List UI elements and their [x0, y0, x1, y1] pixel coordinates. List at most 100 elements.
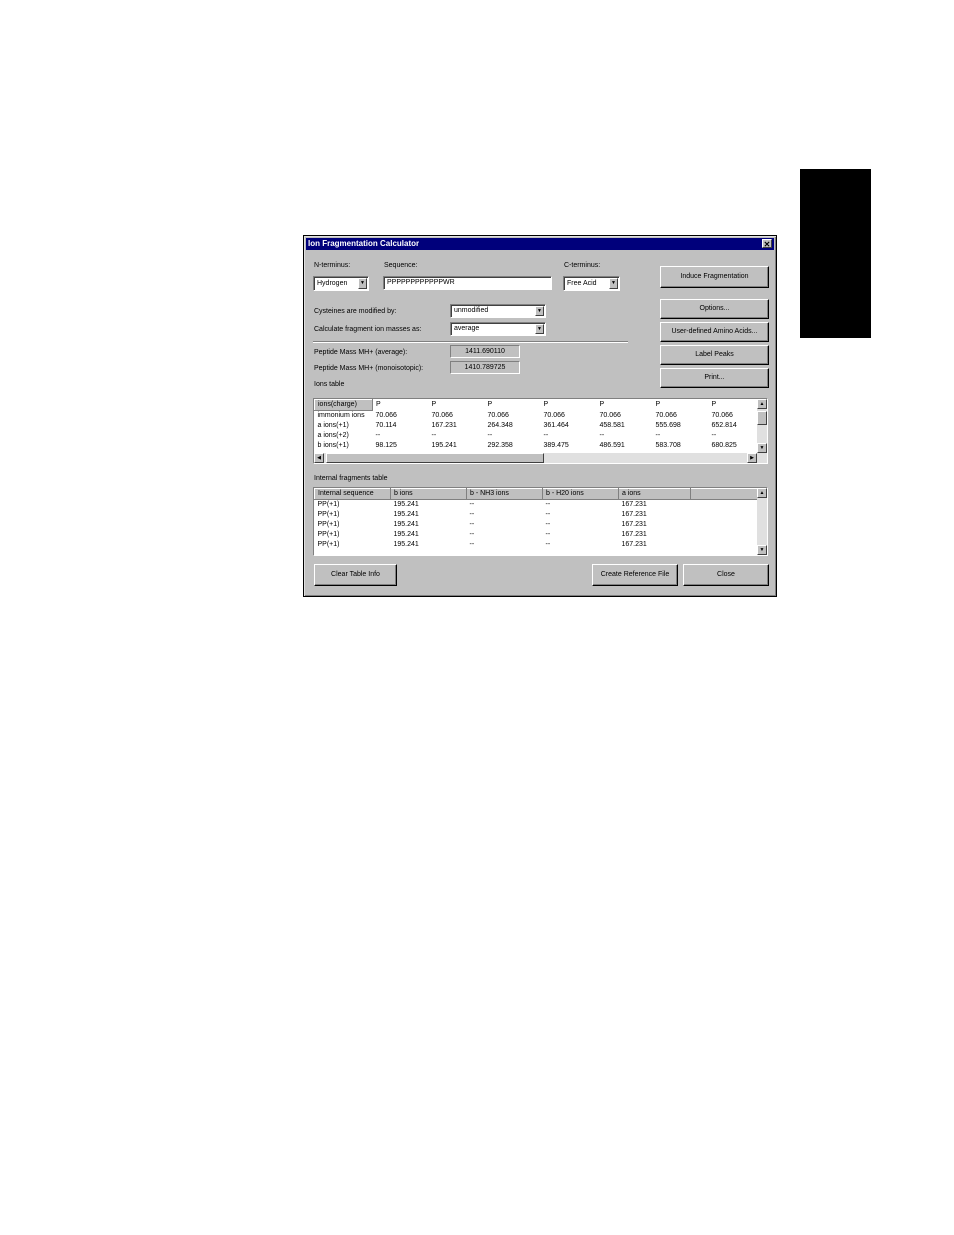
table-cell: 167.231 — [621, 531, 647, 538]
table-row[interactable]: PP(+1) 195.241 -- -- 167.231 — [315, 520, 758, 530]
table-cell: -- — [431, 432, 437, 439]
internal-vertical-scrollbar[interactable]: ▲ ▼ — [757, 488, 767, 555]
table-cell: 583.708 — [655, 442, 681, 449]
table-cell: PP(+1) — [317, 521, 340, 528]
table-cell: 98.125 — [375, 442, 397, 449]
column-header[interactable]: a ions — [618, 488, 691, 500]
chevron-down-icon[interactable]: ▼ — [535, 306, 544, 316]
table-cell — [691, 540, 758, 550]
scroll-down-icon[interactable]: ▼ — [757, 545, 767, 555]
table-cell: -- — [469, 521, 475, 528]
table-cell: 486.591 — [599, 442, 625, 449]
ion-fragmentation-dialog: Ion Fragmentation Calculator ✕ N-terminu… — [303, 235, 777, 597]
scroll-thumb[interactable] — [757, 411, 767, 425]
cysteines-select[interactable]: unmodified ▼ — [450, 304, 546, 318]
column-header[interactable]: b ions — [390, 488, 467, 500]
table-cell: 195.241 — [393, 521, 419, 528]
table-cell: -- — [545, 531, 551, 538]
ions-table[interactable]: ions(charge) P P P P P P P immonium ions… — [313, 398, 768, 464]
sequence-label: Sequence: — [384, 262, 418, 269]
ions-horizontal-scrollbar[interactable]: ◀ ▶ — [314, 453, 767, 463]
table-cell: a ions(+1) — [317, 422, 349, 429]
table-cell: 195.241 — [393, 511, 419, 518]
table-cell — [691, 510, 758, 520]
internal-fragments-table[interactable]: Internal sequence b ions b - NH3 ions b … — [313, 487, 768, 556]
table-row[interactable]: a ions(+1) 70.114 167.231 264.348 361.46… — [315, 421, 759, 431]
cysteines-label: Cysteines are modified by: — [314, 308, 397, 315]
scroll-up-icon[interactable]: ▲ — [757, 399, 767, 409]
table-cell: 70.066 — [655, 411, 677, 419]
fragment-masses-label: Calculate fragment ion masses as: — [314, 326, 422, 333]
scroll-left-icon[interactable]: ◀ — [314, 453, 324, 463]
column-header[interactable]: P — [541, 400, 597, 411]
table-cell: PP(+1) — [317, 541, 340, 548]
column-header[interactable]: ions(charge) — [314, 399, 373, 411]
table-cell: 195.241 — [393, 541, 419, 548]
column-header[interactable]: P — [485, 400, 541, 411]
column-header[interactable] — [690, 488, 758, 500]
table-row[interactable]: immonium ions 70.066 70.066 70.066 70.06… — [315, 411, 759, 422]
scroll-right-icon[interactable]: ▶ — [747, 453, 757, 463]
sequence-input[interactable]: PPPPPPPPPPPPWR — [383, 276, 552, 290]
c-terminus-value: Free Acid — [567, 280, 597, 287]
clear-table-info-button[interactable]: Clear Table Info — [314, 564, 397, 586]
column-header[interactable]: P — [429, 400, 485, 411]
scroll-down-icon[interactable]: ▼ — [757, 443, 767, 453]
table-row[interactable]: PP(+1) 195.241 -- -- 167.231 — [315, 510, 758, 520]
print-button[interactable]: Print... — [660, 368, 769, 388]
table-cell: -- — [469, 501, 475, 508]
table-cell: PP(+1) — [317, 531, 340, 538]
table-cell: 264.348 — [487, 422, 513, 429]
table-cell: -- — [599, 432, 605, 439]
title-bar: Ion Fragmentation Calculator ✕ — [306, 238, 774, 250]
mass-average-value: 1411.690110 — [450, 345, 520, 358]
internal-table-label: Internal fragments table — [314, 475, 388, 482]
table-cell: 195.241 — [431, 442, 457, 449]
table-cell — [691, 530, 758, 540]
column-header[interactable]: P — [597, 400, 653, 411]
chevron-down-icon[interactable]: ▼ — [358, 278, 367, 289]
table-cell: b ions(+1) — [317, 442, 349, 449]
label-peaks-button[interactable]: Label Peaks — [660, 345, 769, 365]
column-header[interactable]: P — [653, 400, 709, 411]
table-row[interactable]: PP(+1) 195.241 -- -- 167.231 — [315, 500, 758, 511]
sequence-value: PPPPPPPPPPPPWR — [387, 279, 455, 286]
table-row[interactable]: PP(+1) 195.241 -- -- 167.231 — [315, 530, 758, 540]
fragment-masses-select[interactable]: average ▼ — [450, 322, 546, 336]
table-cell: 70.066 — [599, 411, 621, 419]
n-terminus-value: Hydrogen — [317, 280, 348, 287]
table-row[interactable]: PP(+1) 195.241 -- -- 167.231 — [315, 540, 758, 550]
close-button[interactable]: Close — [683, 564, 769, 586]
table-row[interactable]: b ions(+1) 98.125 195.241 292.358 389.47… — [315, 441, 759, 451]
table-cell: -- — [543, 432, 549, 439]
chevron-down-icon[interactable]: ▼ — [609, 278, 618, 289]
ions-vertical-scrollbar[interactable]: ▲ ▼ — [757, 399, 767, 453]
create-reference-file-button[interactable]: Create Reference File — [592, 564, 678, 586]
induce-fragmentation-button[interactable]: Induce Fragmentation — [660, 266, 769, 288]
table-cell: PP(+1) — [317, 501, 340, 508]
fragment-masses-value: average — [454, 325, 480, 332]
user-defined-amino-acids-button[interactable]: User-defined Amino Acids... — [660, 322, 769, 342]
c-terminus-select[interactable]: Free Acid ▼ — [563, 276, 620, 291]
table-cell: 389.475 — [543, 442, 569, 449]
dialog-title: Ion Fragmentation Calculator — [308, 239, 420, 248]
table-cell: 555.698 — [655, 422, 681, 429]
scroll-thumb[interactable] — [326, 453, 544, 463]
chevron-down-icon[interactable]: ▼ — [535, 324, 544, 334]
n-terminus-select[interactable]: Hydrogen ▼ — [313, 276, 369, 291]
column-header[interactable]: Internal sequence — [314, 488, 391, 500]
column-header[interactable]: P — [373, 400, 429, 411]
column-header[interactable]: b - H20 ions — [542, 488, 619, 500]
table-cell: 70.114 — [375, 422, 397, 429]
column-header[interactable]: P — [709, 400, 759, 411]
table-cell: -- — [487, 432, 493, 439]
table-cell: 361.464 — [543, 422, 569, 429]
table-cell: 70.066 — [711, 411, 733, 419]
column-header[interactable]: b - NH3 ions — [466, 488, 543, 500]
table-cell: -- — [545, 521, 551, 528]
table-row[interactable]: a ions(+2) -- -- -- -- -- -- -- — [315, 431, 759, 441]
close-icon[interactable]: ✕ — [762, 239, 772, 249]
ions-table-grid: ions(charge) P P P P P P P immonium ions… — [314, 399, 759, 451]
options-button[interactable]: Options... — [660, 299, 769, 319]
scroll-up-icon[interactable]: ▲ — [757, 488, 767, 498]
